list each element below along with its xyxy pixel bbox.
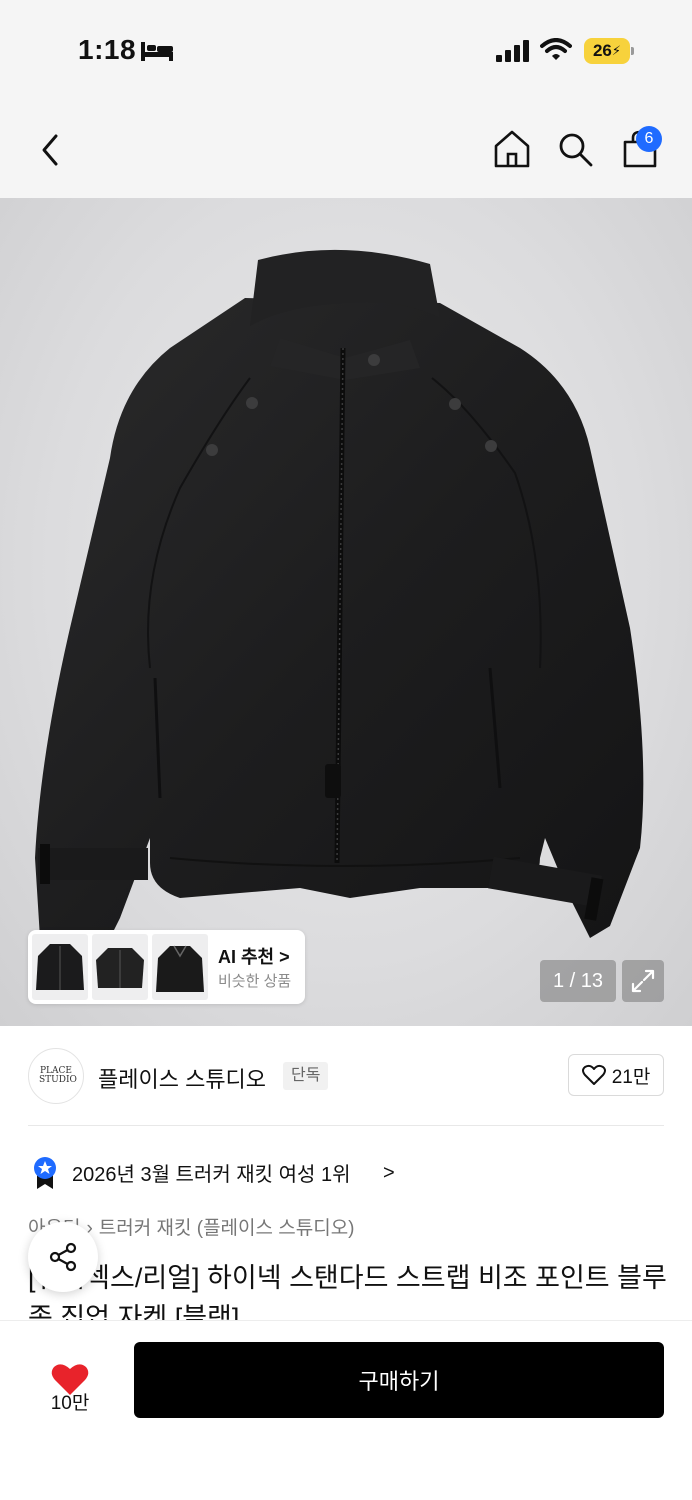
ranking-link[interactable]: 2026년 3월 트러커 재킷 여성 1위 [72,1158,351,1187]
ranking-chevron[interactable]: > [383,1162,395,1185]
ai-recommend-subtitle: 비슷한 상품 [218,973,292,990]
status-time: 1:18 [78,34,137,65]
brand-logo-text: PLACE STUDIO [39,1066,77,1085]
signal-icon [496,40,529,62]
jacket-photo [35,249,644,968]
rank-badge-icon [34,1157,56,1189]
product-image[interactable] [0,198,692,1026]
back-icon[interactable] [34,130,66,170]
battery-indicator: 26 ⚡ [584,38,634,64]
top-nav: 6 [0,100,692,198]
divider [28,1125,664,1126]
wifi-icon [540,38,572,60]
ai-thumb-1[interactable] [32,934,88,1000]
battery-level: 26 [592,41,612,60]
home-icon[interactable] [492,128,532,170]
brand-logo[interactable]: PLACE STUDIO [28,1048,84,1104]
ai-recommendation-card[interactable]: AI 추천 > 비슷한 상품 [28,930,305,1004]
product-title: [유니섹스/리얼] 하이넥 스탠다드 스트랩 비조 포인트 블루종 집업 자켓 … [28,1263,667,1320]
ai-recommend-title: AI 추천 > [218,947,290,967]
share-button[interactable] [28,1222,98,1292]
brand-name[interactable]: 플레이스 스튜디오 [98,1062,266,1094]
wishlist-count: 10만 [50,1393,90,1414]
status-bar: 1:18 26 ⚡ [0,0,692,100]
buy-button[interactable]: 구매하기 [134,1342,664,1418]
share-icon [49,1242,77,1272]
search-icon[interactable] [556,130,594,168]
breadcrumb-level2[interactable]: 트러커 재킷 (플레이스 스튜디오) [99,1218,355,1239]
exclusive-tag: 단독 [283,1062,329,1090]
expand-icon [631,969,655,993]
brand-like-count: 21만 [611,1066,651,1088]
ai-thumb-2[interactable] [92,934,148,1000]
heart-outline-icon [581,1064,606,1085]
image-counter: 1 / 13 [540,960,616,1002]
brand-like-button[interactable]: 21만 [568,1054,664,1096]
bed-icon [141,42,173,61]
cart-count-badge: 6 [636,126,662,152]
ai-thumb-3[interactable] [152,934,208,1000]
expand-button[interactable] [622,960,664,1002]
